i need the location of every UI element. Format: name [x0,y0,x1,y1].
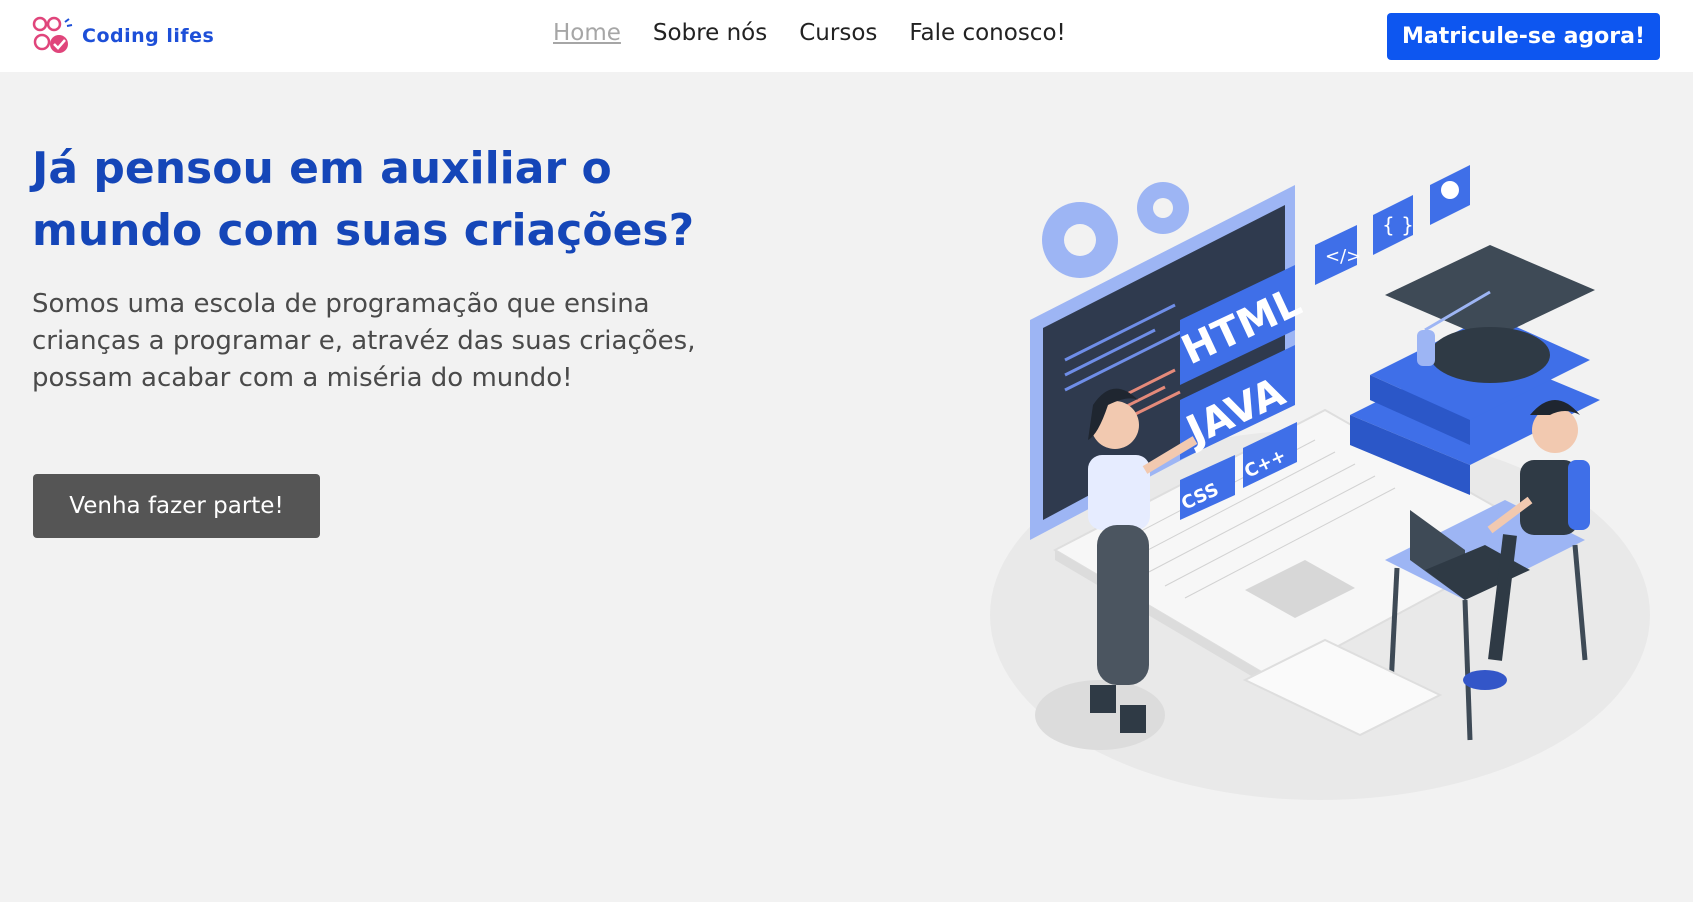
hero-subtitle: Somos uma escola de programação que ensi… [32,289,696,393]
nav-home[interactable]: Home [553,20,621,46]
enroll-button[interactable]: Matricule-se agora! [1387,13,1660,60]
logo-icon [32,16,73,53]
nav-sobre-nos[interactable]: Sobre nós [653,20,767,46]
hero-headline: Já pensou em auxiliar o mundo com suas c… [32,143,695,256]
join-button[interactable]: Venha fazer parte! [33,474,320,538]
programming-illustration: </> { } HTML JAVA CSS C++ [990,165,1650,800]
nav-fale-conosco[interactable]: Fale conosco! [909,20,1065,46]
svg-text:</>: </> [1325,246,1361,267]
top-navbar: Coding lifes Home Sobre nós Cursos Fale … [0,0,1693,72]
nav-cursos[interactable]: Cursos [799,20,877,46]
svg-text:{ }: { } [1382,213,1414,237]
logo-text: Coding lifes [82,25,215,47]
main-nav: Home Sobre nós Cursos Fale conosco! [553,20,1066,46]
logo[interactable]: Coding lifes [32,16,214,56]
